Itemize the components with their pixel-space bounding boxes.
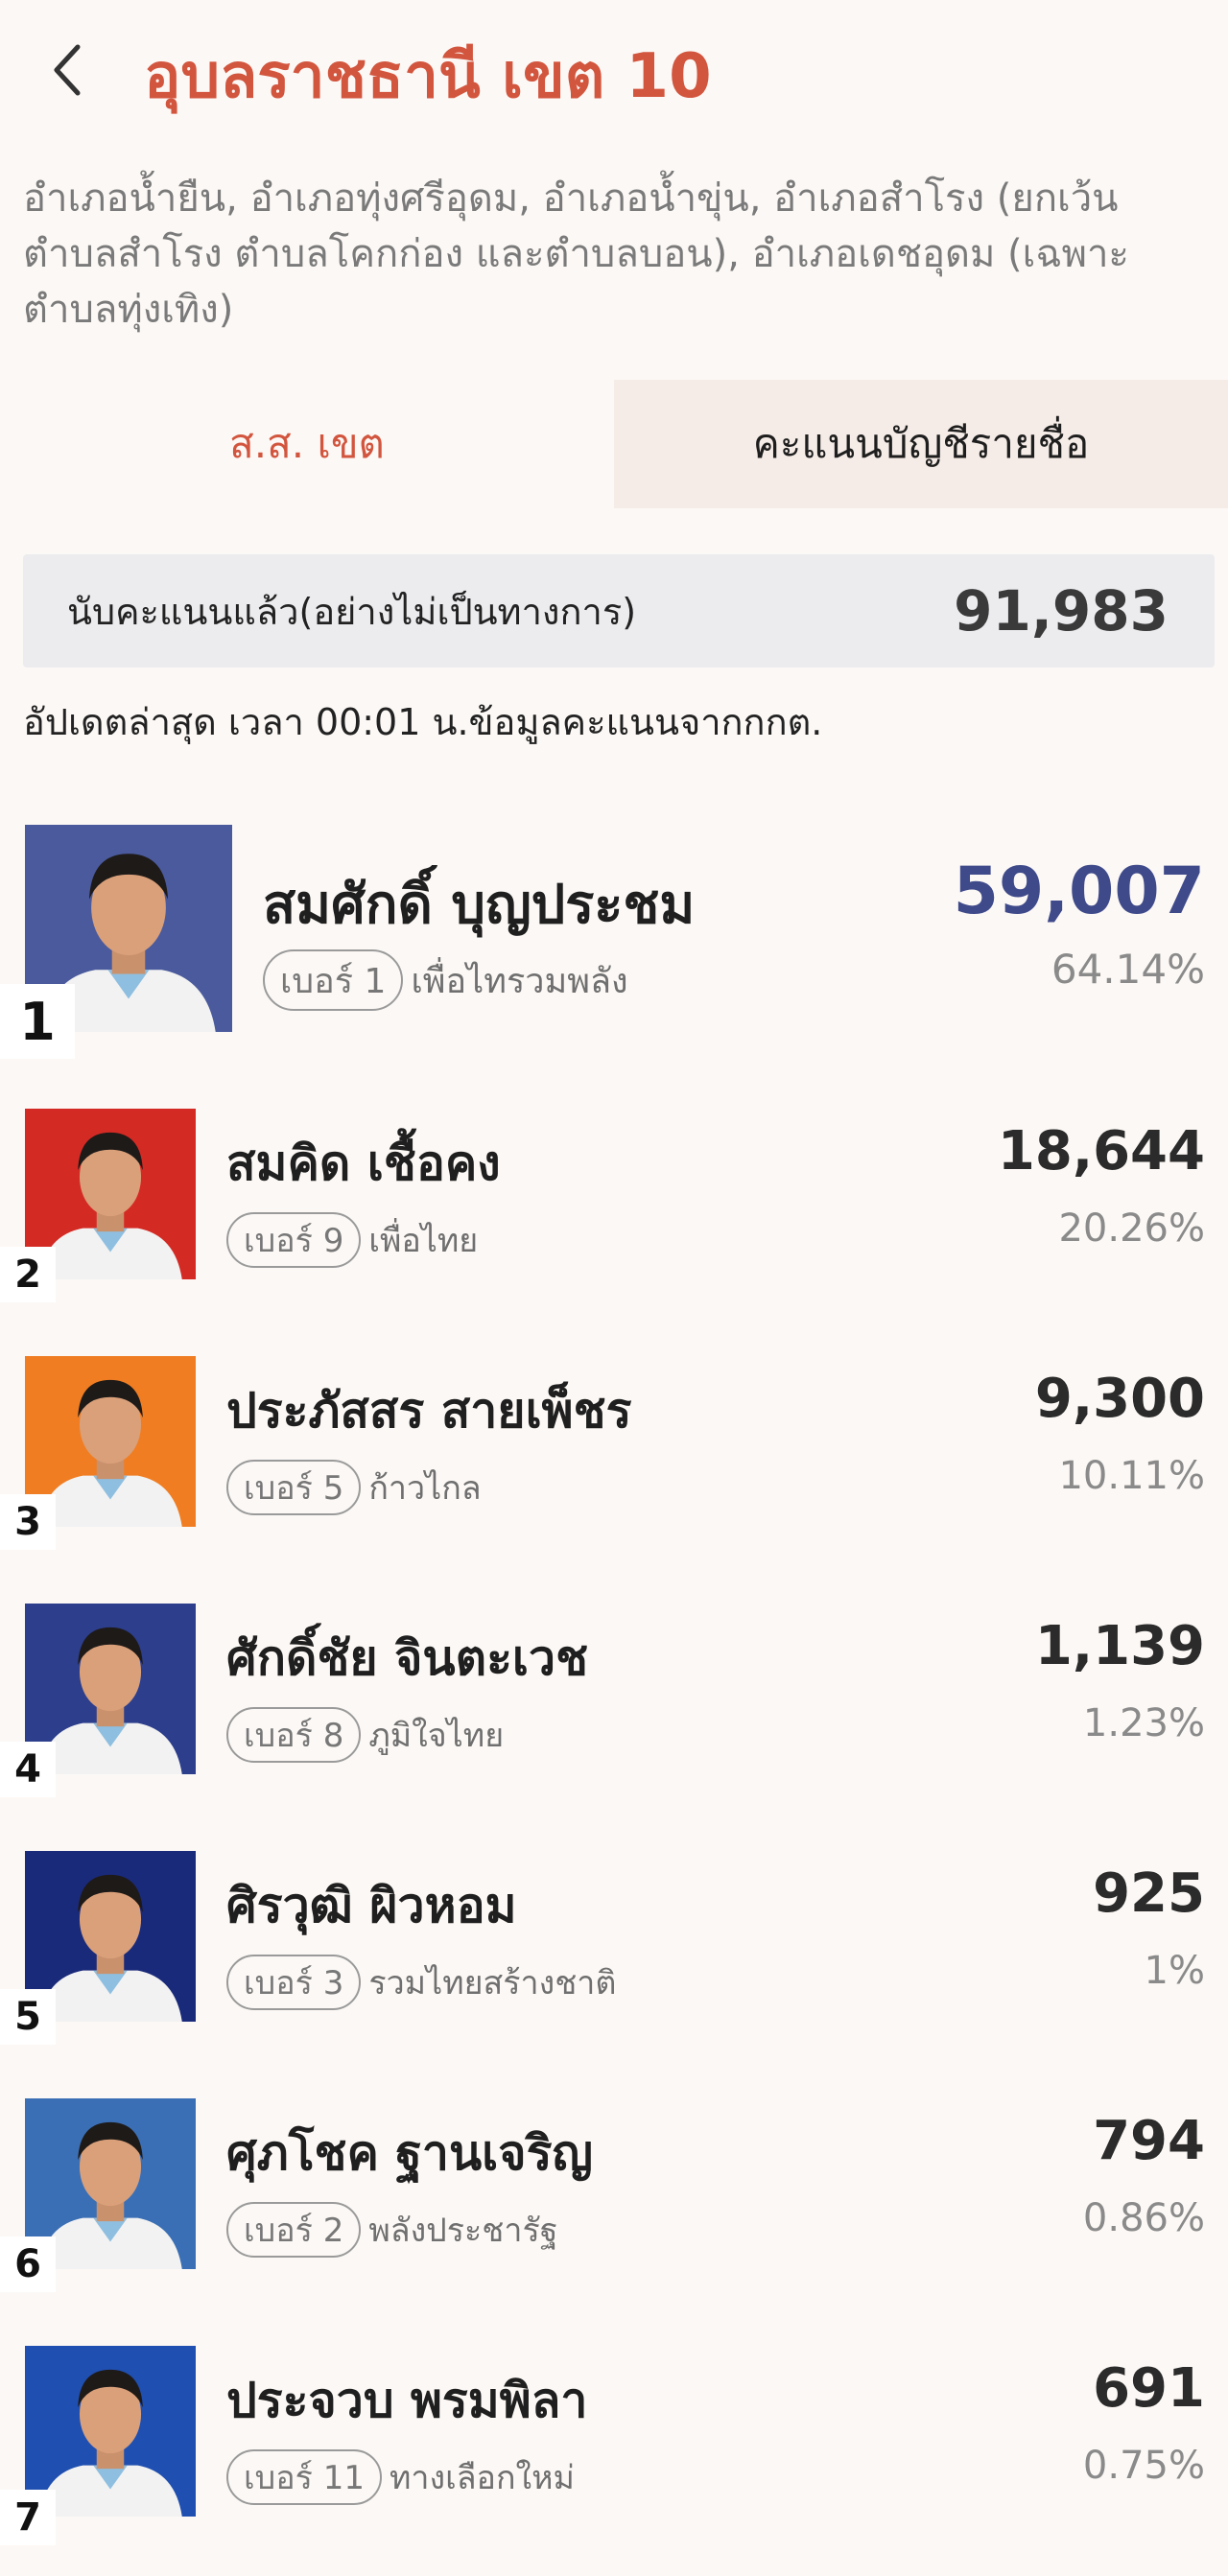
party-info: เบอร์ 11 ทางเลือกใหม่ xyxy=(226,2447,575,2507)
party-name: ภูมิใจไทย xyxy=(368,1717,505,1755)
candidate-row[interactable]: 3 ประภัสสร สายเพ็ชรเบอร์ 5 ก้าวไกล 9,300 10.… xyxy=(0,1356,1228,1586)
candidate-name: ประจวบ พรมพิลา xyxy=(226,2373,588,2428)
vote-count: 1,139 xyxy=(1034,1615,1205,1677)
counted-votes-bar: นับคะแนนแล้ว(อย่างไม่เป็นทางการ) 91,983 xyxy=(23,554,1215,667)
rank-badge: 4 xyxy=(0,1742,56,1797)
vote-count: 925 xyxy=(1093,1862,1205,1925)
party-name: ทางเลือกใหม่ xyxy=(389,2459,575,2497)
tab-bar: ส.ส. เขต คะแนนบัญชีรายชื่อ xyxy=(0,380,1228,508)
candidate-name: ประภัสสร สายเพ็ชร xyxy=(226,1383,632,1439)
candidate-name: ศักดิ์ชัย จินตะเวช xyxy=(226,1630,589,1686)
candidate-row[interactable]: 1 สมศักดิ์ บุญประชมเบอร์ 1 เพื่อไทรวมพลัง 5… xyxy=(0,825,1228,1059)
candidate-row[interactable]: 6 ศุภโชค ฐานเจริญเบอร์ 2 พลังประชารัฐ 794 0.… xyxy=(0,2098,1228,2329)
back-button[interactable] xyxy=(42,36,90,104)
candidate-number-badge: เบอร์ 3 xyxy=(226,1955,362,2010)
candidate-number-badge: เบอร์ 9 xyxy=(226,1212,362,1268)
vote-count: 691 xyxy=(1093,2357,1205,2420)
party-info: เบอร์ 8 ภูมิใจไทย xyxy=(226,1705,504,1765)
vote-count: 794 xyxy=(1093,2110,1205,2172)
vote-percent: 1.23% xyxy=(1082,1701,1205,1745)
counted-votes-value: 91,983 xyxy=(954,578,1169,644)
party-name: ก้าวไกล xyxy=(368,1469,482,1508)
candidate-row[interactable]: 5 ศิรวุฒิ ผิวหอมเบอร์ 3 รวมไทยสร้างชาติ 925… xyxy=(0,1851,1228,2081)
page-title: อุบลราชธานี เขต 10 xyxy=(144,41,712,112)
chevron-left-icon xyxy=(54,44,81,96)
vote-percent: 0.75% xyxy=(1082,2444,1205,2488)
rank-badge: 7 xyxy=(0,2490,56,2545)
rank-badge: 5 xyxy=(0,1989,56,2045)
party-info: เบอร์ 9 เพื่อไทย xyxy=(226,1210,478,1270)
party-name: พลังประชารัฐ xyxy=(368,2212,558,2250)
vote-count: 9,300 xyxy=(1034,1368,1205,1430)
candidate-name: สมศักดิ์ บุญประชม xyxy=(263,874,696,936)
rank-badge: 2 xyxy=(0,1247,56,1302)
rank-badge: 6 xyxy=(0,2236,56,2292)
counted-votes-label: นับคะแนนแล้ว(อย่างไม่เป็นทางการ) xyxy=(67,590,637,633)
party-name: เพื่อไทย xyxy=(368,1222,479,1260)
candidate-number-badge: เบอร์ 2 xyxy=(226,2202,362,2258)
candidate-number-badge: เบอร์ 5 xyxy=(226,1460,362,1515)
district-description: อำเภอน้ำยืน, อำเภอทุ่งศรีอุดม, อำเภอน้ำข… xyxy=(23,176,1129,332)
tab-constituency-mp[interactable]: ส.ส. เขต xyxy=(0,380,614,508)
rank-badge: 1 xyxy=(0,984,75,1059)
party-info: เบอร์ 2 พลังประชารัฐ xyxy=(226,2200,557,2260)
candidate-name: ศุภโชค ฐานเจริญ xyxy=(226,2125,594,2181)
candidate-name: ศิรวุฒิ ผิวหอม xyxy=(226,1878,517,1933)
vote-count: 18,644 xyxy=(997,1120,1205,1183)
party-name: รวมไทยสร้างชาติ xyxy=(368,1964,617,2002)
vote-percent: 0.86% xyxy=(1082,2196,1205,2240)
last-update-text: อัปเดตล่าสุด เวลา 00:01 น.ข้อมูลคะแนนจาก… xyxy=(23,701,823,743)
rank-badge: 3 xyxy=(0,1494,56,1550)
candidate-row[interactable]: 4 ศักดิ์ชัย จินตะเวชเบอร์ 8 ภูมิใจไทย 1,139… xyxy=(0,1604,1228,1834)
candidate-number-badge: เบอร์ 1 xyxy=(263,949,404,1011)
vote-percent: 1% xyxy=(1144,1949,1205,1993)
party-name: เพื่อไทรวมพลัง xyxy=(411,961,628,1001)
vote-count: 59,007 xyxy=(953,854,1205,929)
candidate-number-badge: เบอร์ 8 xyxy=(226,1707,362,1763)
candidate-number-badge: เบอร์ 11 xyxy=(226,2449,382,2505)
page-header: อุบลราชธานี เขต 10 xyxy=(0,0,1228,134)
party-info: เบอร์ 3 รวมไทยสร้างชาติ xyxy=(226,1953,616,2012)
candidate-row[interactable]: 2 สมคิด เชื้อคงเบอร์ 9 เพื่อไทย 18,644 20.26… xyxy=(0,1109,1228,1339)
candidate-name: สมคิด เชื้อคง xyxy=(226,1136,501,1191)
candidate-row[interactable]: 7 ประจวบ พรมพิลาเบอร์ 11 ทางเลือกใหม่ 691 0.… xyxy=(0,2346,1228,2576)
tab-party-list-votes[interactable]: คะแนนบัญชีรายชื่อ xyxy=(614,380,1228,508)
vote-percent: 20.26% xyxy=(1058,1206,1205,1251)
party-info: เบอร์ 5 ก้าวไกล xyxy=(226,1458,482,1517)
party-info: เบอร์ 1 เพื่อไทรวมพลัง xyxy=(263,948,628,1013)
vote-percent: 10.11% xyxy=(1058,1454,1205,1498)
vote-percent: 64.14% xyxy=(1051,946,1205,993)
